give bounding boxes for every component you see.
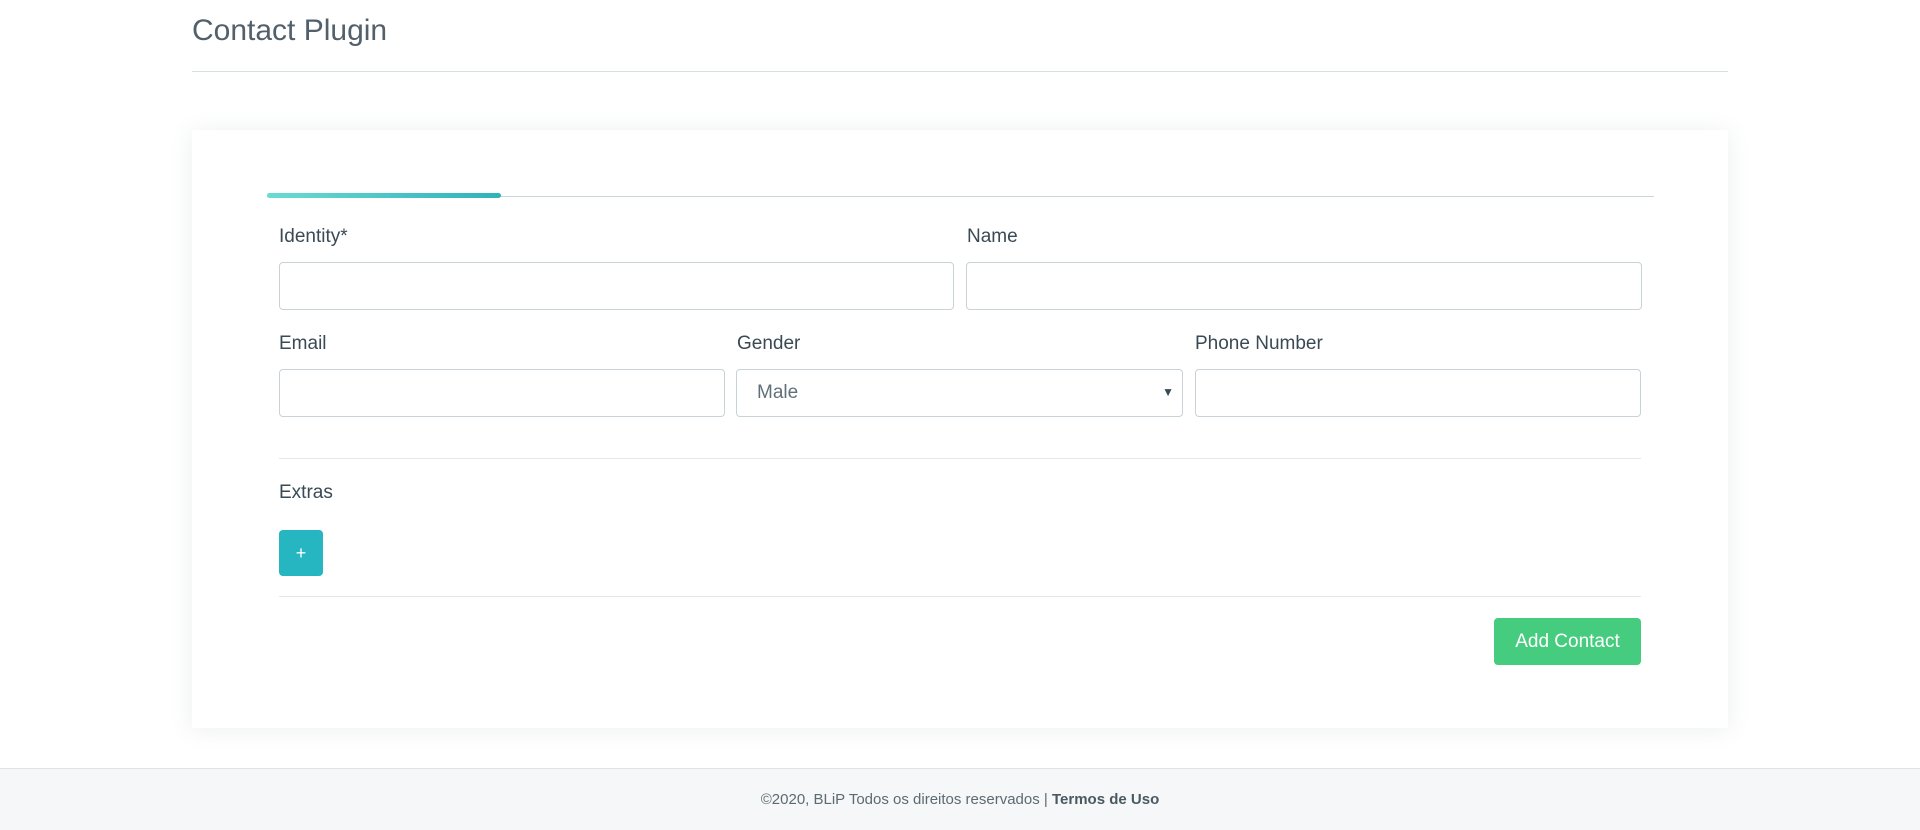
gender-select[interactable]: Male ▼ [736, 369, 1183, 417]
page-title: Contact Plugin [192, 14, 388, 47]
add-extra-button[interactable]: + [279, 530, 323, 576]
tab-active-indicator[interactable] [267, 193, 501, 198]
plus-icon: + [295, 542, 307, 563]
gender-select-value: Male [757, 382, 799, 403]
extras-label: Extras [279, 482, 333, 503]
name-input[interactable] [966, 262, 1642, 310]
card-pointer [232, 117, 260, 131]
identity-input[interactable] [279, 262, 954, 310]
terms-of-use-link[interactable]: Termos de Uso [1052, 791, 1159, 808]
add-contact-button[interactable]: Add Contact [1494, 618, 1641, 665]
phone-input[interactable] [1195, 369, 1641, 417]
footer-text: ©2020, BLiP Todos os direitos reservados… [0, 791, 1920, 808]
page: Contact Plugin Identity* Name Email Gend… [0, 0, 1920, 830]
email-input[interactable] [279, 369, 725, 417]
identity-label: Identity* [279, 226, 348, 247]
extras-top-divider [279, 458, 1641, 459]
footer: ©2020, BLiP Todos os direitos reservados… [0, 768, 1920, 830]
header-divider [192, 71, 1728, 72]
gender-label: Gender [737, 333, 801, 354]
contact-form-card: Identity* Name Email Gender Male ▼ Phone… [192, 130, 1728, 728]
email-label: Email [279, 333, 327, 354]
footer-copyright: ©2020, BLiP Todos os direitos reservados… [760, 791, 1052, 808]
name-label: Name [967, 226, 1018, 247]
extras-bottom-divider [279, 596, 1641, 597]
phone-label: Phone Number [1195, 333, 1323, 354]
caret-down-icon: ▼ [1162, 385, 1174, 399]
